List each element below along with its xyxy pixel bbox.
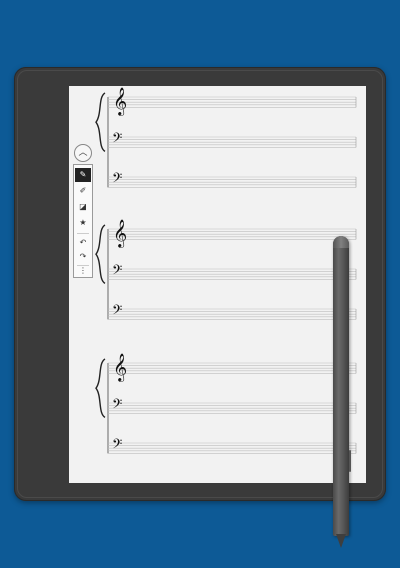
bass-clef-icon: 𝄢 [112,302,122,321]
bass-clef-icon: 𝄢 [112,436,122,455]
undo-icon[interactable]: ↶ [75,236,91,250]
bass-clef-icon: 𝄢 [112,396,122,415]
redo-icon[interactable]: ↷ [75,250,91,264]
highlighter-tool-icon[interactable]: ✐ [75,184,91,198]
pen-tool-icon[interactable]: ✎ [75,168,91,182]
system-brace [95,224,106,285]
stylus-pen [333,236,349,536]
toolbar-panel: ✎ ✐ ◪ ★ ↶ ↷ ⋮ [73,164,93,278]
stylus-button [349,450,351,472]
shape-tool-icon[interactable]: ★ [75,216,91,230]
treble-clef-icon: 𝄞 [113,87,127,116]
bass-clef-icon: 𝄢 [112,170,122,189]
chevron-up-icon[interactable]: ︿ [74,144,92,162]
more-options-icon[interactable]: ⋮ [75,264,91,278]
drawing-toolbar: ︿ ✎ ✐ ◪ ★ ↶ ↷ ⋮ [73,144,93,278]
stylus-cap [333,236,349,248]
system-brace [95,92,106,153]
treble-clef-icon: 𝄞 [113,353,127,382]
bass-clef-icon: 𝄢 [112,130,122,149]
toolbar-divider [77,233,89,234]
eraser-tool-icon[interactable]: ◪ [75,200,91,214]
treble-clef-icon: 𝄞 [113,219,127,248]
bass-clef-icon: 𝄢 [112,262,122,281]
stylus-tip [336,534,346,548]
system-brace [95,358,106,419]
